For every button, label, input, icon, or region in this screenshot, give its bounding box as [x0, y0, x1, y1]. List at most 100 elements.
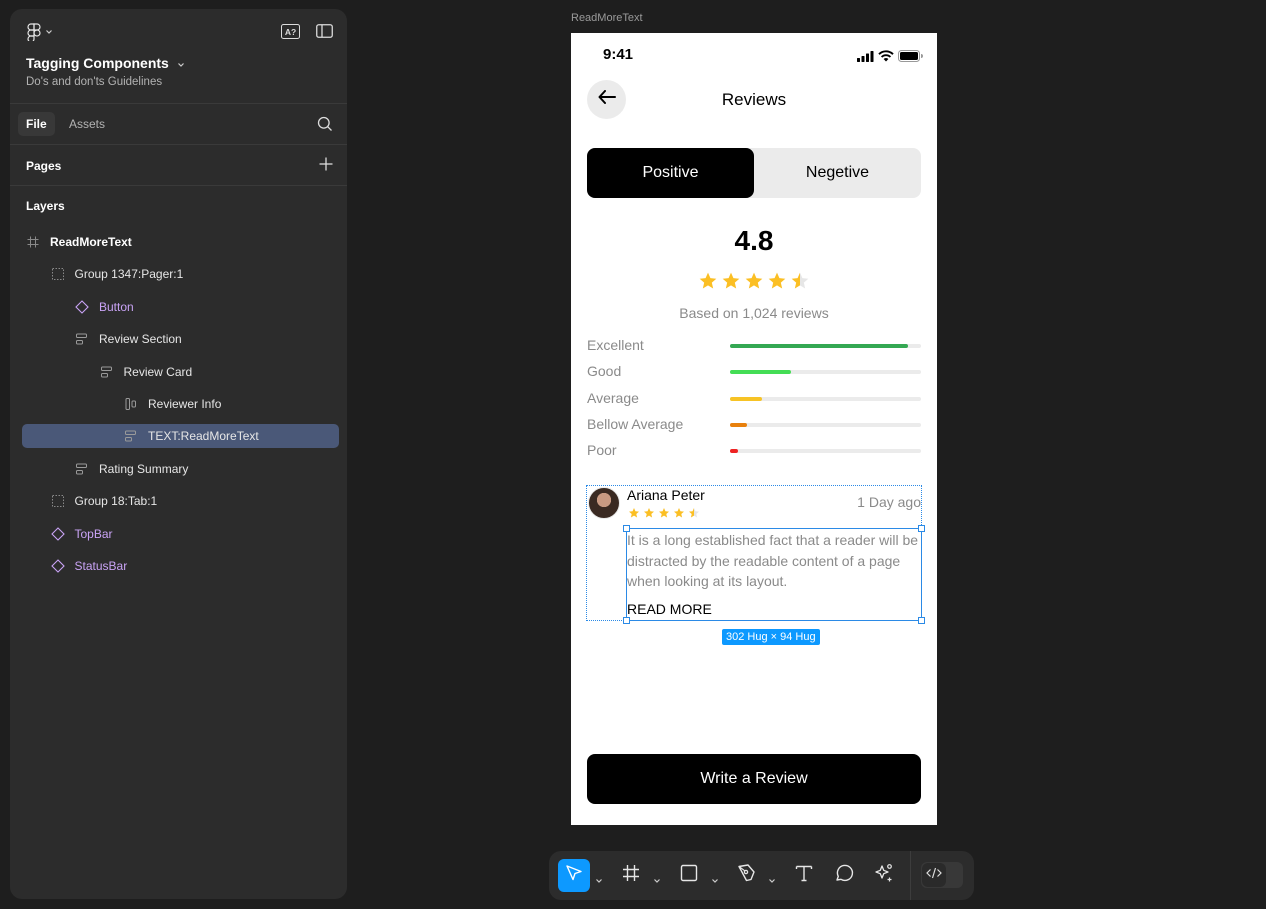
layer-label: Button: [99, 299, 134, 314]
layer-item-text-readmoretext[interactable]: TEXT:ReadMoreText: [22, 424, 339, 449]
autolayout-horizontal-icon: [124, 397, 138, 411]
tab-assets[interactable]: Assets: [61, 112, 113, 136]
resize-handle-bottom-left[interactable]: [623, 617, 630, 624]
group-icon: [51, 267, 65, 281]
layer-item-review-section[interactable]: Review Section: [22, 327, 339, 351]
distribution-row: Average: [587, 388, 921, 408]
group-icon: [51, 494, 65, 508]
review-filter-tabs: Positive Negetive: [587, 148, 921, 198]
review-count: Based on 1,024 reviews: [679, 305, 829, 321]
chevron-down-icon: [177, 55, 185, 71]
star-filled-icon: [698, 271, 718, 296]
sidebar-tabs: File Assets: [10, 104, 347, 145]
layer-label: Rating Summary: [99, 461, 189, 476]
autolayout-vertical-icon: [75, 332, 89, 346]
layer-label: StatusBar: [74, 559, 128, 573]
main-menu-button[interactable]: [27, 23, 53, 41]
file-title-text: Tagging Components: [26, 55, 169, 71]
layer-item-review-card[interactable]: Review Card: [22, 360, 339, 384]
frame-hash-icon: [622, 864, 640, 887]
pen-tool[interactable]: [733, 859, 761, 892]
layer-label: Group 1347:Pager:1: [74, 267, 184, 282]
resize-handle-top-left[interactable]: [623, 525, 630, 532]
pen-icon: [737, 863, 757, 888]
frame-label[interactable]: ReadMoreText: [571, 12, 643, 24]
distribution-bar-fill: [730, 396, 763, 401]
rectangle-tool-chevron-icon[interactable]: [711, 871, 719, 889]
text-tool[interactable]: [790, 859, 818, 892]
layer-label: ReadMoreText: [50, 235, 132, 249]
distribution-bar-fill: [730, 449, 738, 454]
bottom-toolbar: [549, 851, 974, 900]
star-filled-icon: [673, 506, 685, 524]
actions-tool[interactable]: [870, 859, 898, 892]
frame-tool-chevron-icon[interactable]: [653, 871, 661, 889]
star-half-icon: [688, 506, 700, 524]
page-title: Reviews: [721, 90, 787, 109]
battery-icon: [898, 49, 923, 67]
pages-section: Pages: [10, 145, 347, 186]
svg-text:A?: A?: [285, 27, 296, 37]
distribution-label: Poor: [587, 442, 617, 459]
resize-handle-bottom-right[interactable]: [918, 617, 925, 624]
component-icon: [50, 526, 65, 541]
layer-item-button[interactable]: Button: [22, 295, 339, 319]
dev-mode-toggle[interactable]: [921, 862, 963, 888]
readmoretext-frame[interactable]: 9:41 Reviews Positive Negetive 4.8 Based…: [571, 33, 937, 825]
rectangle-tool[interactable]: [675, 859, 703, 892]
star-filled-icon: [767, 271, 787, 296]
layer-item-group-18-tab-1[interactable]: Group 18:Tab:1: [22, 489, 339, 513]
distribution-bar-track: [730, 344, 921, 348]
layer-item-group-1347-pager-1[interactable]: Group 1347:Pager:1: [22, 262, 339, 286]
file-title[interactable]: Tagging Components: [26, 55, 185, 71]
comment-bubble-icon: [834, 863, 854, 888]
review-text: It is a long established fact that a rea…: [627, 532, 919, 589]
readmore-text-selection[interactable]: It is a long established fact that a rea…: [623, 525, 925, 624]
tab-file[interactable]: File: [18, 112, 55, 136]
distribution-bar-fill: [730, 370, 792, 375]
distribution-label: Average: [587, 389, 639, 406]
chevron-down-icon: [45, 29, 53, 35]
star-filled-icon: [643, 506, 655, 524]
move-tool[interactable]: [558, 859, 590, 892]
add-page-icon[interactable]: [319, 157, 333, 176]
signal-icon: [857, 49, 874, 67]
comment-tool[interactable]: [830, 859, 858, 892]
read-more-link[interactable]: READ MORE: [627, 601, 712, 617]
status-icons: [857, 49, 923, 67]
layer-item-readmoretext[interactable]: ReadMoreText: [22, 230, 339, 254]
file-header: A? Tagging Components Do's and don'ts Gu…: [10, 9, 347, 104]
ai-sparkle-icon: [874, 863, 894, 888]
star-half-icon: [790, 271, 810, 296]
reviewer-avatar: [588, 487, 620, 519]
rating-stars: [571, 271, 937, 296]
distribution-label: Excellent: [587, 337, 644, 353]
autolayout-vertical-icon: [75, 462, 89, 476]
distribution-row: Excellent: [587, 335, 921, 355]
distribution-bar-fill: [730, 344, 908, 348]
write-review-button[interactable]: Write a Review: [587, 754, 921, 804]
layer-item-statusbar[interactable]: StatusBar: [22, 554, 339, 578]
distribution-label: Bellow Average: [587, 415, 684, 432]
tab-positive[interactable]: Positive: [587, 148, 754, 198]
figma-logo-icon: [27, 23, 41, 41]
review-time: 1 Day ago: [857, 494, 921, 510]
toggle-sidebar-icon[interactable]: [316, 24, 333, 44]
resize-handle-top-right[interactable]: [918, 525, 925, 532]
pen-tool-chevron-icon[interactable]: [768, 871, 776, 889]
distribution-bar-track: [730, 370, 921, 375]
frame-tool[interactable]: [617, 859, 645, 892]
layer-item-rating-summary[interactable]: Rating Summary: [22, 457, 339, 481]
layer-item-reviewer-info[interactable]: Reviewer Info: [22, 392, 339, 416]
tab-negative[interactable]: Negetive: [754, 148, 921, 198]
distribution-row: Bellow Average: [587, 414, 921, 434]
search-icon[interactable]: [317, 116, 333, 137]
selection-size-badge: 302 Hug × 94 Hug: [722, 629, 820, 645]
status-time: 9:41: [603, 46, 634, 63]
code-icon: [926, 866, 942, 884]
layer-item-topbar[interactable]: TopBar: [22, 522, 339, 546]
move-tool-chevron-icon[interactable]: [595, 871, 603, 889]
distribution-bar-track: [730, 422, 921, 427]
ai-check-icon[interactable]: A?: [281, 24, 300, 44]
star-filled-icon: [628, 506, 640, 524]
